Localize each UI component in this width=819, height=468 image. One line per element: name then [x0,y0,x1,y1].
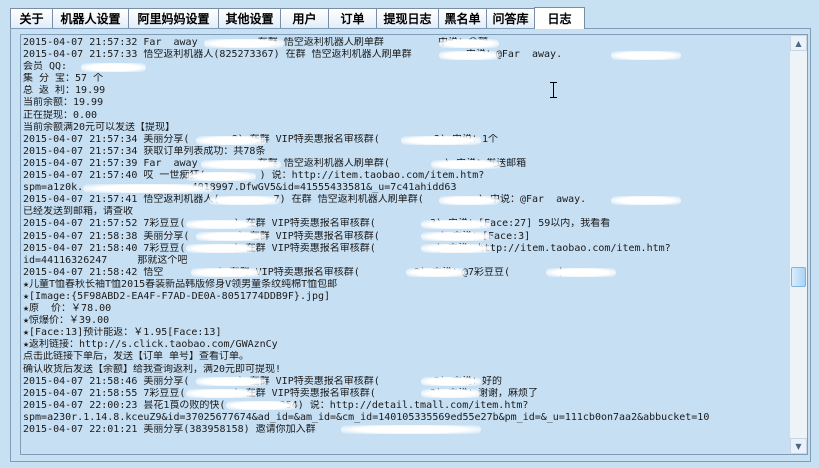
tab-blacklist[interactable]: 黑名单 [438,8,487,28]
redaction-blur [401,136,481,145]
redaction-blur [81,63,146,72]
tab-alimama-settings[interactable]: 阿里妈妈设置 [128,8,219,28]
log-line: ★儿童T恤春秋长袖T恤2015春装新品韩版修身V领男童条纹纯棉T恤包邮 [23,278,338,290]
log-line: spm=a230r.1.14.8.kceuZ9&id=37025677674&a… [23,411,710,423]
redaction-blur [196,377,266,386]
redaction-blur [191,268,261,277]
redaction-blur [406,268,466,277]
log-line: 当前余额：19.99 [23,97,104,109]
redaction-blur [186,244,256,253]
redaction-blur [611,196,681,205]
log-line: 2015-04-07 21:57:40 哎 一世痴狂( ) 说：http://i… [23,170,485,182]
scroll-thumb[interactable] [791,267,806,287]
log-lines: 2015-04-07 21:57:32 Far away 在群 悟空返利机器人刷… [23,37,789,454]
redaction-blur [226,401,296,410]
log-line: 2015-04-07 21:57:52 7彩豆豆( ) 在群 VIP特卖惠报名审… [23,218,611,230]
log-line: ★惊爆价：￥39.00 [23,315,110,327]
vertical-scrollbar[interactable]: ▲ ▼ [789,35,807,454]
redaction-blur [196,136,266,145]
log-line: 点击此链接下单后，发送【订单 单号】查看订单。 [23,351,250,363]
log-line: 2015-04-07 21:58:40 7彩豆豆( ) 在群 VIP特卖惠报名审… [23,242,671,254]
log-line: 2015-04-07 21:57:39 Far away 在群 悟空返利机器人刷… [23,157,526,169]
tab-bar: 关于 机器人设置 阿里妈妈设置 其他设置 用户 订单 提现日志 黑名单 问答库 … [10,7,585,29]
redaction-blur [439,39,499,48]
redaction-blur [439,196,499,205]
tab-qa-library[interactable]: 问答库 [486,8,535,28]
scroll-down-icon[interactable]: ▼ [790,438,807,454]
log-panel: 2015-04-07 21:57:32 Far away 在群 悟空返利机器人刷… [10,28,811,462]
log-line: 集 分 宝：57 个 [23,73,104,85]
redaction-blur [209,196,279,205]
scroll-up-icon[interactable]: ▲ [790,35,807,51]
redaction-blur [431,160,501,169]
redaction-blur [186,172,256,181]
log-line: ★[Image:{5F98ABD2-EA4F-F7AD-DE0A-8051774… [23,290,331,302]
tab-log[interactable]: 日志 [534,7,585,29]
log-line: 2015-04-07 21:58:46 美丽分享( ) 在群 VIP特卖惠报名审… [23,375,502,387]
redaction-blur [421,377,481,386]
log-line: 正在提现：0.00 [23,109,98,121]
tab-other-settings[interactable]: 其他设置 [218,8,281,28]
redaction-blur [421,232,491,241]
redaction-blur [341,425,481,434]
redaction-blur [196,232,266,241]
log-line: 2015-04-07 22:00:23 昙花1莨の败的快( 354) 说：htt… [23,399,529,411]
redaction-blur [546,268,616,277]
redaction-blur [611,51,681,60]
log-line: 已经发送到邮箱，请查收 [23,206,133,218]
tab-about[interactable]: 关于 [10,8,53,28]
tab-withdraw-log[interactable]: 提现日志 [376,8,439,28]
log-line: 2015-04-07 21:57:34 获取订单列表成功：共78条 [23,145,266,157]
log-line: 确认收货后发送【余额】给我查询返利，满20元即可提现! [23,363,282,375]
log-textbox[interactable]: 2015-04-07 21:57:32 Far away 在群 悟空返利机器人刷… [20,34,808,455]
redaction-blur [421,389,481,398]
redaction-blur [83,184,213,193]
log-line: 2015-04-07 21:58:55 7彩豆豆( ) 在群 VIP特卖惠报名审… [23,387,539,399]
redaction-blur [421,220,491,229]
log-line: ★返利链接：http://s.click.taobao.com/GWAznCy [23,339,278,351]
redaction-blur [201,160,281,169]
log-line: ★原 价：￥78.00 [23,303,112,315]
log-line: ★[Face:13]预计能返：￥1.95[Face:13] [23,327,222,339]
redaction-blur [421,244,491,253]
redaction-blur [204,39,284,48]
log-line: id=44116326247 那就这个吧 [23,254,188,266]
text-cursor-icon [550,82,558,98]
redaction-blur [186,389,256,398]
tab-robot-settings[interactable]: 机器人设置 [52,8,129,28]
redaction-blur [186,220,256,229]
log-line: 2015-04-07 21:58:38 美丽分享( ) 在群 VIP特卖惠报名审… [23,230,531,242]
log-line: 当前余额满20元可以发送【提现】 [23,121,176,133]
log-line: 2015-04-07 21:57:32 Far away 在群 悟空返利机器人刷… [23,37,488,48]
log-line: 总 返 利：19.99 [23,85,106,97]
tab-users[interactable]: 用户 [280,8,329,28]
tab-orders[interactable]: 订单 [328,8,377,28]
redaction-blur [439,51,499,60]
